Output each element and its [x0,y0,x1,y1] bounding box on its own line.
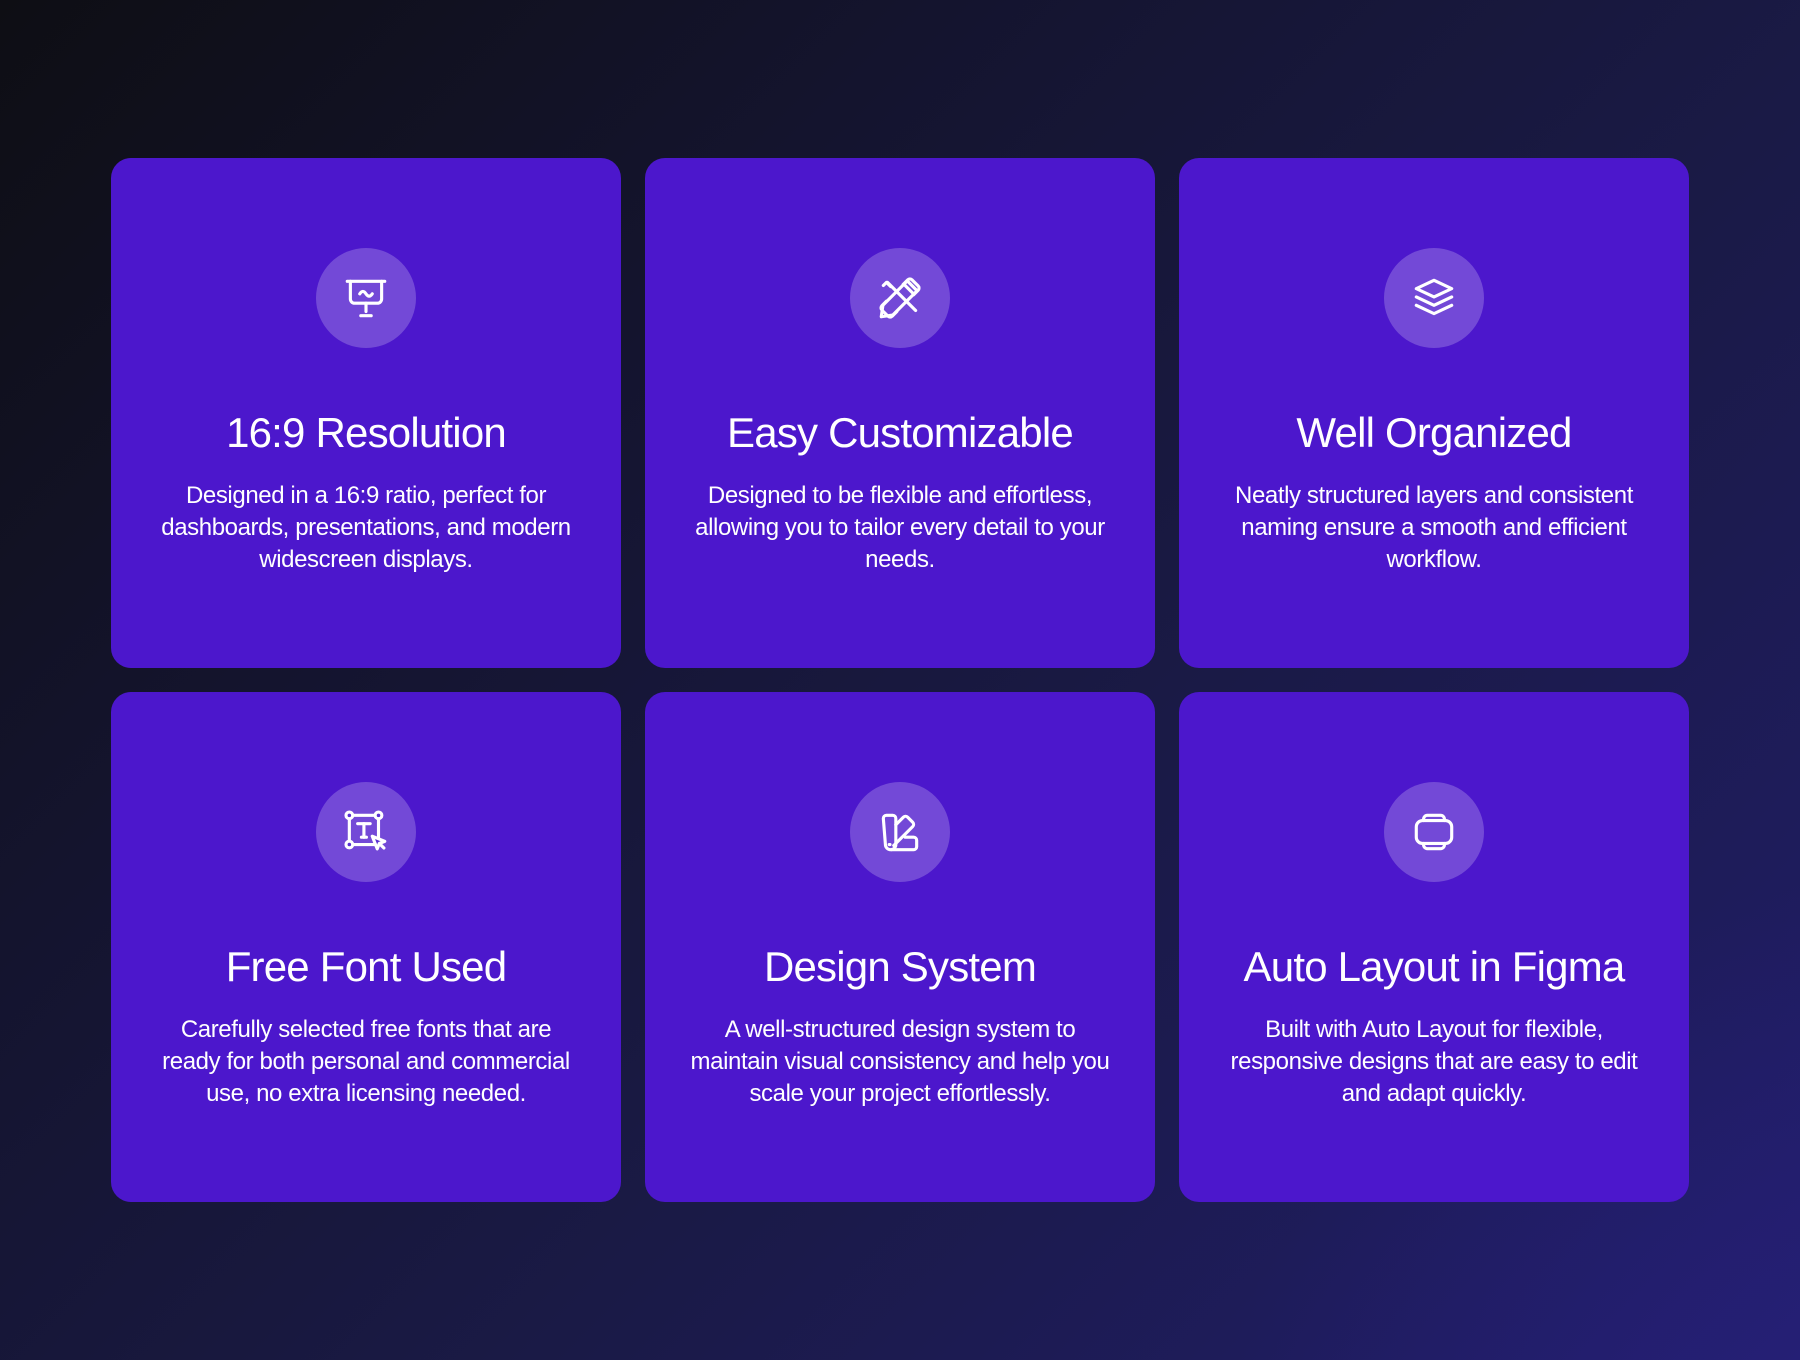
icon-badge [316,782,416,882]
text-selection-cursor-icon [344,810,387,851]
feature-card-organized: Well Organized Neatly structured layers … [1179,158,1689,668]
card-title: 16:9 Resolution [226,409,507,456]
card-title: Well Organized [1296,409,1572,456]
feature-grid: 16:9 Resolution Designed in a 16:9 ratio… [111,158,1689,1202]
feature-card-resolution: 16:9 Resolution Designed in a 16:9 ratio… [111,158,621,668]
layers-icon [1414,278,1454,316]
feature-card-free-font: Free Font Used Carefully selected free f… [111,692,621,1202]
icon-badge [316,248,416,348]
card-title: Auto Layout in Figma [1243,943,1626,990]
icon-badge [850,248,950,348]
icon-badge [850,782,950,882]
presentation-board-icon [345,279,387,318]
icon-badge [1384,248,1484,348]
icon-badge [1384,782,1484,882]
feature-card-customizable: Easy Customizable Designed to be flexibl… [645,158,1155,668]
card-description: Designed to be flexible and effortless, … [695,482,1105,573]
design-swatch-icon [881,813,919,852]
auto-layout-frame-icon [1414,813,1454,851]
card-description: Neatly structured layers and consistent … [1235,482,1633,573]
feature-card-auto-layout: Auto Layout in Figma Built with Auto Lay… [1179,692,1689,1202]
feature-card-design-system: Design System A well-structured design s… [645,692,1155,1202]
pencil-ruler-icon [879,277,921,319]
card-description: Carefully selected free fonts that are r… [162,1016,570,1107]
card-description: Built with Auto Layout for flexible, res… [1230,1016,1638,1107]
card-description: Designed in a 16:9 ratio, perfect for da… [161,482,571,573]
card-title: Design System [763,943,1037,990]
card-title: Easy Customizable [727,409,1074,456]
card-description: A well-structured design system to maint… [690,1016,1110,1107]
card-title: Free Font Used [225,943,507,990]
